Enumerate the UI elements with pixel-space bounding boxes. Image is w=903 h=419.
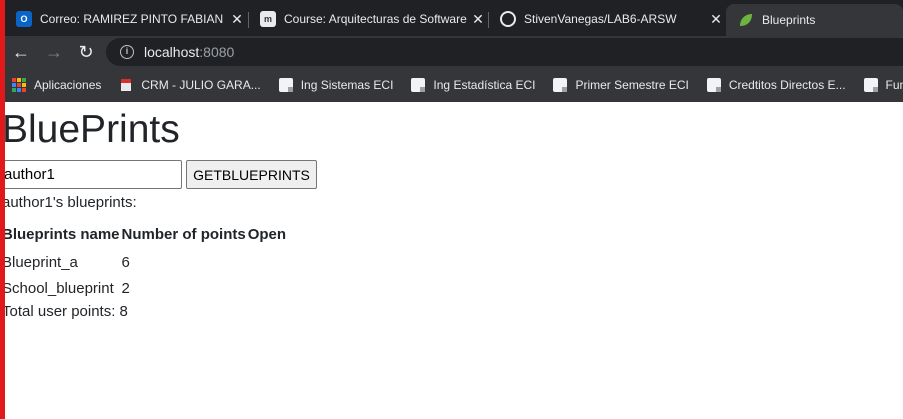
tab-outlook[interactable]: O Correo: RAMIREZ PINTO FABIAN ✕ bbox=[4, 4, 247, 34]
address-host: localhost bbox=[144, 44, 200, 60]
forward-icon[interactable]: → bbox=[42, 40, 66, 64]
outlook-icon: O bbox=[16, 11, 32, 27]
tab-github[interactable]: StivenVanegas/LAB6-ARSW ✕ bbox=[488, 4, 726, 34]
total-user-points: Total user points: 8 bbox=[2, 303, 128, 320]
spring-leaf-icon bbox=[738, 12, 754, 28]
blueprint-points-cell: 6 bbox=[121, 253, 130, 271]
table-row: School_blueprint 2 bbox=[1, 275, 287, 301]
reload-icon[interactable]: ↻ bbox=[74, 40, 98, 64]
moodle-icon: m bbox=[260, 11, 276, 27]
bookmark-creditos[interactable]: Credtitos Directos E... bbox=[706, 78, 846, 92]
bookmark-label: Credtitos Directos E... bbox=[728, 78, 846, 92]
column-header-points: Number of points bbox=[121, 226, 246, 243]
table-row: Blueprint_a 6 bbox=[1, 249, 287, 275]
back-icon[interactable]: ← bbox=[9, 40, 33, 64]
blueprint-open-cell[interactable] bbox=[247, 275, 287, 301]
blueprint-name-cell: School_blueprint bbox=[2, 279, 114, 297]
page-icon bbox=[706, 78, 721, 92]
blueprint-open-cell[interactable] bbox=[247, 249, 287, 275]
bookmark-aplicaciones[interactable]: Aplicaciones bbox=[12, 78, 101, 92]
blueprint-points-cell: 2 bbox=[121, 279, 130, 297]
bookmark-label: Primer Semestre ECI bbox=[575, 78, 689, 92]
column-header-name: Blueprints name bbox=[2, 226, 120, 243]
blueprint-name-cell: Blueprint_a bbox=[2, 253, 78, 271]
bookmark-ing-sistemas[interactable]: Ing Sistemas ECI bbox=[278, 78, 394, 92]
bookmark-label: Ing Estadística ECI bbox=[433, 78, 536, 92]
bookmark-label: CRM - JULIO GARA... bbox=[141, 78, 261, 92]
tab-title: Course: Arquitecturas de Software bbox=[284, 12, 467, 26]
author-input[interactable] bbox=[1, 160, 182, 189]
page-icon bbox=[863, 78, 878, 92]
window-left-border bbox=[0, 0, 5, 419]
close-icon[interactable]: ✕ bbox=[468, 11, 488, 28]
bookmark-ing-estadistica[interactable]: Ing Estadística ECI bbox=[411, 78, 535, 92]
bookmark-label: Ing Sistemas ECI bbox=[300, 78, 394, 92]
browser-toolbar: ← → ↻ i localhost:8080 bbox=[0, 36, 903, 68]
tab-course[interactable]: m Course: Arquitecturas de Software ✕ bbox=[248, 4, 488, 34]
table-header-row: Blueprints name Number of points Open bbox=[1, 222, 287, 249]
blueprints-table: Blueprints name Number of points Open Bl… bbox=[1, 222, 287, 301]
address-port: :8080 bbox=[199, 44, 235, 60]
get-blueprints-button[interactable]: GETBLUEPRINTS bbox=[186, 160, 317, 189]
apps-grid-icon bbox=[12, 78, 26, 92]
page-icon bbox=[553, 78, 568, 92]
page-title: BluePrints bbox=[2, 108, 180, 151]
tab-blueprints[interactable]: Blueprints bbox=[726, 4, 903, 36]
bookmark-crm[interactable]: CRM - JULIO GARA... bbox=[119, 78, 261, 92]
close-icon[interactable]: ✕ bbox=[227, 11, 247, 28]
bookmarks-bar: Aplicaciones CRM - JULIO GARA... Ing Sis… bbox=[0, 68, 903, 102]
page-content: BluePrints GETBLUEPRINTS author1's bluep… bbox=[0, 102, 903, 419]
close-icon[interactable]: ✕ bbox=[706, 11, 726, 28]
bookmark-funcion[interactable]: Funcion bbox=[863, 78, 903, 92]
page-icon bbox=[278, 78, 293, 92]
tab-title: StivenVanegas/LAB6-ARSW bbox=[524, 12, 677, 26]
tab-strip: O Correo: RAMIREZ PINTO FABIAN ✕ m Cours… bbox=[0, 0, 903, 36]
page-icon bbox=[411, 78, 426, 92]
column-header-open: Open bbox=[247, 226, 287, 243]
address-bar[interactable]: i localhost:8080 bbox=[106, 38, 903, 66]
tab-title: Correo: RAMIREZ PINTO FABIAN bbox=[40, 12, 224, 26]
bookmark-label: Aplicaciones bbox=[34, 78, 102, 92]
tab-title: Blueprints bbox=[762, 13, 816, 27]
blueprints-caption: author1's blueprints: bbox=[2, 194, 137, 211]
crm-icon bbox=[119, 78, 133, 92]
bookmark-primer-semestre[interactable]: Primer Semestre ECI bbox=[553, 78, 689, 92]
bookmark-label: Funcion bbox=[885, 78, 903, 92]
info-icon[interactable]: i bbox=[120, 45, 134, 59]
github-icon bbox=[500, 11, 516, 27]
